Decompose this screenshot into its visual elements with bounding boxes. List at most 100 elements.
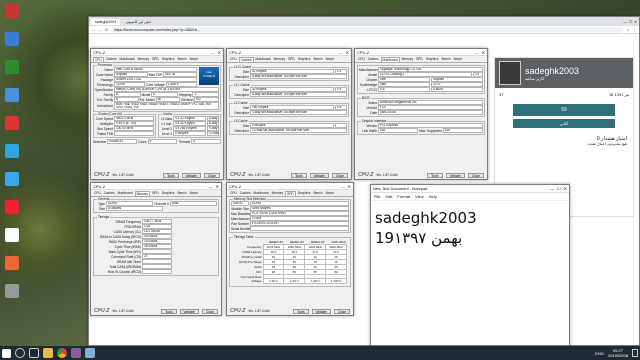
close-icon[interactable]: ✕ xyxy=(218,50,221,55)
tab-bench[interactable]: Bench xyxy=(312,191,323,196)
tab-graphics[interactable]: Graphics xyxy=(161,191,176,196)
desktop-icon[interactable] xyxy=(2,116,22,130)
slot-select[interactable]: Slot #1 xyxy=(231,201,249,206)
tab-cpu[interactable]: CPU xyxy=(93,191,102,196)
clock[interactable]: 05:27 2019/02/08 xyxy=(608,348,628,358)
tab-spd[interactable]: SPD xyxy=(287,57,296,62)
tab-spd[interactable]: SPD xyxy=(285,191,296,196)
tab-memory[interactable]: Memory xyxy=(137,57,151,62)
tab-graphics[interactable]: Graphics xyxy=(161,57,176,62)
tab-mainboard[interactable]: Mainboard xyxy=(253,191,270,196)
tab-caches[interactable]: Caches xyxy=(103,191,116,196)
tab-graphics[interactable]: Graphics xyxy=(297,191,312,196)
close-icon[interactable]: ✕ xyxy=(216,184,219,189)
tab-about[interactable]: About xyxy=(453,57,463,62)
tab-about[interactable]: About xyxy=(325,57,335,62)
desktop-icon[interactable] xyxy=(2,88,22,102)
menu-format[interactable]: Format xyxy=(397,194,410,199)
socket-select[interactable]: Socket #1 xyxy=(107,139,138,144)
minimize-icon[interactable]: — xyxy=(550,186,554,191)
close-icon[interactable]: ✕ xyxy=(564,186,567,191)
reload-icon[interactable]: ↻ xyxy=(105,28,108,32)
validate-button[interactable]: Validate xyxy=(309,172,329,178)
address-bar[interactable]: https://forum.boxcomputer.com/index.php/… xyxy=(110,26,624,33)
language-indicator[interactable]: ENG xyxy=(595,351,604,356)
browser-tab-2[interactable]: دیفن لین کامپیوتر xyxy=(122,19,155,25)
tab-caches[interactable]: Caches xyxy=(238,57,254,62)
menu-help[interactable]: Help xyxy=(429,194,437,199)
desktop-icon[interactable] xyxy=(2,4,22,18)
tools-button[interactable]: Tools xyxy=(161,308,177,314)
tab-memory[interactable]: Memory xyxy=(273,57,287,62)
desktop-icon[interactable] xyxy=(2,32,22,46)
tab-about[interactable]: About xyxy=(325,191,335,196)
tab-memory[interactable]: Memory xyxy=(271,191,285,196)
tab-bench[interactable]: Bench xyxy=(176,57,187,62)
menu-file[interactable]: File xyxy=(374,194,380,199)
tab-mainboard[interactable]: Mainboard xyxy=(119,57,136,62)
tab-mainboard[interactable]: Mainboard xyxy=(255,57,272,62)
search-icon[interactable] xyxy=(15,348,25,358)
tab-memory[interactable]: Memory xyxy=(401,57,415,62)
start-icon[interactable] xyxy=(2,348,11,358)
tab-mainboard[interactable]: Mainboard xyxy=(380,57,400,62)
desktop-icon[interactable] xyxy=(2,144,22,158)
tab-bench[interactable]: Bench xyxy=(440,57,451,62)
menu-edit[interactable]: Edit xyxy=(385,194,392,199)
close-icon[interactable]: ✕ xyxy=(634,20,637,24)
tab-graphics[interactable]: Graphics xyxy=(425,57,440,62)
notification-icon[interactable] xyxy=(632,349,638,357)
tools-button[interactable]: Tools xyxy=(293,308,309,314)
tab-memory[interactable]: Memory xyxy=(134,191,151,196)
desktop-icon[interactable] xyxy=(2,172,22,186)
minimize-icon[interactable]: — xyxy=(623,20,627,24)
tab-cpu[interactable]: CPU xyxy=(229,57,238,62)
minimize-icon[interactable]: — xyxy=(341,184,345,189)
avatar[interactable] xyxy=(499,61,521,85)
minimize-icon[interactable]: — xyxy=(339,50,343,55)
tab-caches[interactable]: Caches xyxy=(105,57,118,62)
validate-button[interactable]: Validate xyxy=(311,308,331,314)
tools-button[interactable]: Tools xyxy=(291,172,307,178)
close-button[interactable]: Close xyxy=(333,308,350,314)
validate-button[interactable]: Validate xyxy=(445,172,465,178)
minimize-icon[interactable]: — xyxy=(475,50,479,55)
tab-mainboard[interactable]: Mainboard xyxy=(117,191,134,196)
desktop-icon[interactable] xyxy=(2,284,22,298)
desktop-icon[interactable] xyxy=(2,256,22,270)
tab-about[interactable]: About xyxy=(189,191,199,196)
validate-button[interactable]: Validate xyxy=(179,308,199,314)
tab-about[interactable]: About xyxy=(189,57,199,62)
tab-spd[interactable]: SPD xyxy=(415,57,424,62)
maximize-icon[interactable]: ☐ xyxy=(557,186,561,191)
desktop-icon[interactable] xyxy=(2,200,22,214)
tab-bench[interactable]: Bench xyxy=(312,57,323,62)
browser-tab-1[interactable]: sadeghk2003 xyxy=(91,18,121,25)
tab-cpu[interactable]: CPU xyxy=(357,57,366,62)
close-icon[interactable]: ✕ xyxy=(346,50,349,55)
close-button[interactable]: Close xyxy=(331,172,348,178)
tab-graphics[interactable]: Graphics xyxy=(297,57,312,62)
tab-caches[interactable]: Caches xyxy=(367,57,380,62)
menu-view[interactable]: View xyxy=(415,194,424,199)
tab-spd[interactable]: SPD xyxy=(151,57,160,62)
minimize-icon[interactable]: — xyxy=(211,50,215,55)
tools-button[interactable]: Tools xyxy=(163,172,179,178)
close-icon[interactable]: ✕ xyxy=(482,50,485,55)
maximize-icon[interactable]: ☐ xyxy=(629,20,632,24)
cpuz-icon[interactable] xyxy=(71,348,81,358)
close-icon[interactable]: ✕ xyxy=(348,184,351,189)
close-button[interactable]: Close xyxy=(203,172,220,178)
tab-caches[interactable]: Caches xyxy=(239,191,252,196)
star-icon[interactable]: ☆ xyxy=(626,28,629,32)
forward-icon[interactable]: → xyxy=(99,28,103,32)
minimize-icon[interactable]: — xyxy=(209,184,213,189)
close-button[interactable]: Close xyxy=(201,308,218,314)
tab-spd[interactable]: SPD xyxy=(151,191,160,196)
close-button[interactable]: Close xyxy=(467,172,484,178)
validate-button[interactable]: Validate xyxy=(181,172,201,178)
notepad-editor[interactable]: sadeghk2003 19بهمن ۱۳۹۷ xyxy=(371,201,569,255)
taskview-icon[interactable] xyxy=(29,348,39,358)
desktop-icon[interactable] xyxy=(2,60,22,74)
folder-icon[interactable] xyxy=(43,348,53,358)
